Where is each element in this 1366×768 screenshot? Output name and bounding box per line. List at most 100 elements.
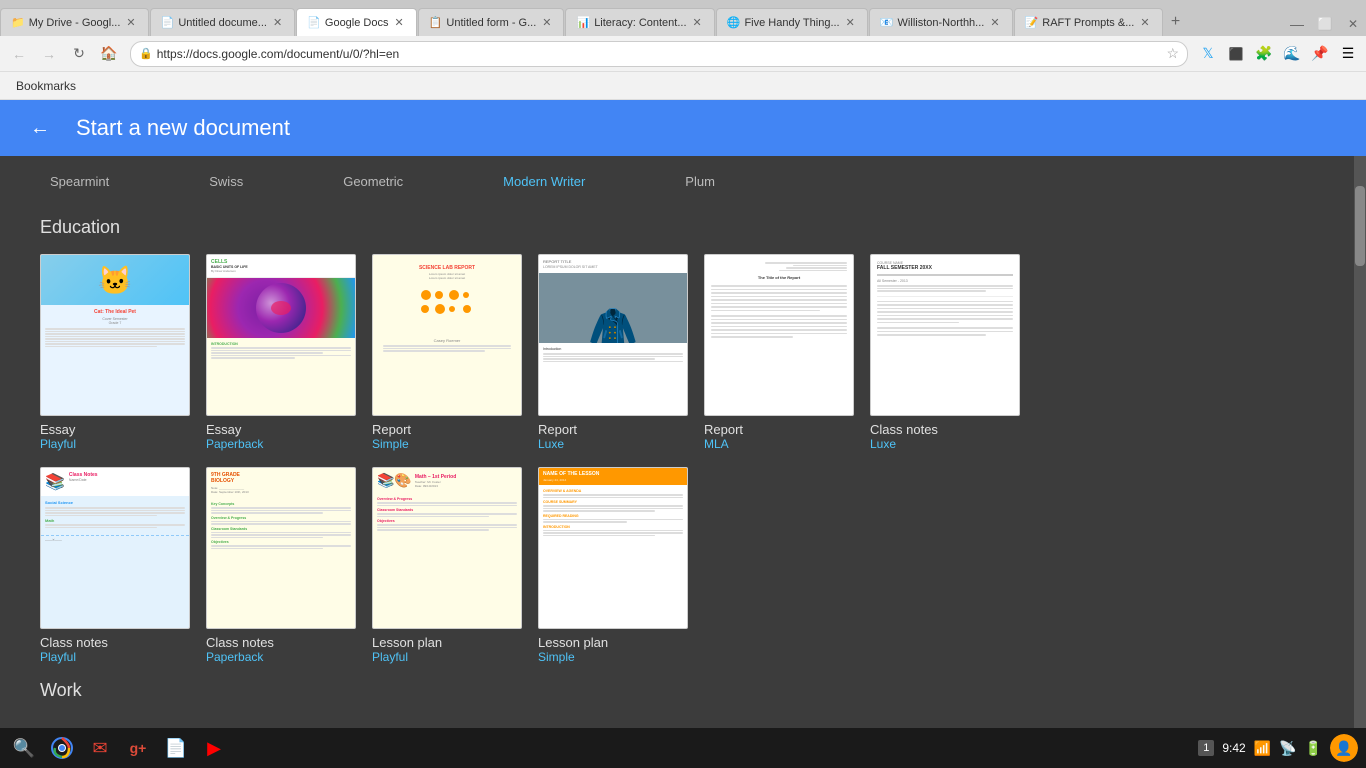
- education-title: Education: [40, 217, 1326, 238]
- geometric-label[interactable]: Geometric: [343, 174, 403, 189]
- browser-chrome: 📁 My Drive - Googl... ✕ 📄 Untitled docum…: [0, 0, 1366, 100]
- back-button[interactable]: ←: [6, 41, 32, 67]
- taskbar: 🔍 ✉ g+ 📄 ▶ 1 9:42 📶 📡 🔋 👤: [0, 728, 1366, 768]
- template-classnotes-luxe-name: Class notes: [870, 422, 1020, 437]
- template-report-luxe-name: Report: [538, 422, 688, 437]
- tab-forms-favicon: 📋: [429, 16, 443, 29]
- template-lessonplan-simple-name: Lesson plan: [538, 635, 688, 650]
- tab-drive-favicon: 📁: [11, 16, 25, 29]
- template-report-simple[interactable]: SCIENCE LAB REPORT Lorem ipsum dolor sit…: [372, 254, 522, 451]
- tab-literacy-favicon: 📊: [576, 16, 590, 29]
- address-bar-container[interactable]: 🔒 ☆: [130, 41, 1188, 67]
- twitter-icon[interactable]: 𝕏: [1196, 42, 1220, 66]
- template-report-mla-name: Report: [704, 422, 854, 437]
- tab-williston-close[interactable]: ✕: [988, 14, 1001, 31]
- scrollbar[interactable]: [1354, 156, 1366, 738]
- template-report-luxe[interactable]: REPORT TITLE LOREM IPSUM DOLOR SIT AMET …: [538, 254, 688, 451]
- time-display: 9:42: [1222, 741, 1245, 755]
- tab-literacy[interactable]: 📊 Literacy: Content... ✕: [565, 8, 714, 36]
- google-apps-icon[interactable]: ⬛: [1224, 42, 1248, 66]
- extension-icon-2[interactable]: 🌊: [1280, 42, 1304, 66]
- template-classnotes-luxe[interactable]: COURSE NAME FALL SEMESTER 20XX All Semes…: [870, 254, 1020, 451]
- reload-button[interactable]: ↻: [66, 41, 92, 67]
- tab-google-docs[interactable]: 📄 Google Docs ✕: [296, 8, 417, 36]
- template-style-labels: Spearmint Swiss Geometric Modern Writer …: [50, 166, 1326, 201]
- tab-raft[interactable]: 📝 RAFT Prompts &... ✕: [1014, 8, 1163, 36]
- template-essay-playful[interactable]: 🐱 Cat: The Ideal Pet Cover SemesterGrade…: [40, 254, 190, 451]
- tab-five-handy[interactable]: 🌐 Five Handy Thing... ✕: [716, 8, 868, 36]
- tab-google-docs-favicon: 📄: [307, 16, 321, 29]
- template-classnotes-paperback[interactable]: 9TH GRADEBIOLOGY Note: _______________ D…: [206, 467, 356, 664]
- address-bar[interactable]: [157, 47, 1167, 61]
- lock-icon: 🔒: [139, 47, 153, 60]
- google-plus-taskbar-icon[interactable]: g+: [122, 732, 154, 764]
- template-essay-playful-name: Essay: [40, 422, 190, 437]
- chrome-taskbar-icon[interactable]: [46, 732, 78, 764]
- tab-raft-close[interactable]: ✕: [1138, 14, 1151, 31]
- scrollbar-thumb[interactable]: [1355, 186, 1365, 266]
- minimize-button[interactable]: —: [1284, 14, 1310, 34]
- tab-docs-untitled-close[interactable]: ✕: [271, 14, 284, 31]
- template-classnotes-playful-subname: Playful: [40, 650, 190, 664]
- work-section: Work: [40, 680, 1326, 701]
- bookmarks-bar: Bookmarks: [0, 72, 1366, 100]
- new-tab-button[interactable]: +: [1164, 10, 1188, 34]
- gmail-taskbar-icon[interactable]: ✉: [84, 732, 116, 764]
- spearmint-label[interactable]: Spearmint: [50, 174, 109, 189]
- close-window-button[interactable]: ✕: [1340, 14, 1366, 34]
- work-title: Work: [40, 680, 1326, 701]
- star-icon[interactable]: ☆: [1166, 45, 1179, 62]
- template-classnotes-playful[interactable]: 📚 Class Notes Name/Date Social Science: [40, 467, 190, 664]
- extension-icon-3[interactable]: 📌: [1308, 42, 1332, 66]
- user-avatar[interactable]: 👤: [1330, 734, 1358, 762]
- youtube-taskbar-icon[interactable]: ▶: [198, 732, 230, 764]
- home-button[interactable]: 🏠: [96, 41, 122, 67]
- template-lessonplan-playful[interactable]: 📚🎨 Math – 1st Period Teacher: Mr. Foster…: [372, 467, 522, 664]
- template-essay-paperback-name: Essay: [206, 422, 356, 437]
- chrome-menu-button[interactable]: ☰: [1336, 42, 1360, 66]
- tab-five-handy-close[interactable]: ✕: [844, 14, 857, 31]
- template-classnotes-luxe-subname: Luxe: [870, 437, 1020, 451]
- extension-icon-1[interactable]: 🧩: [1252, 42, 1276, 66]
- tab-docs-untitled[interactable]: 📄 Untitled docume... ✕: [150, 8, 296, 36]
- modern-writer-label[interactable]: Modern Writer: [503, 174, 585, 189]
- tab-williston[interactable]: 📧 Williston-Northh... ✕: [869, 8, 1013, 36]
- docs-header: ← Start a new document: [0, 100, 1366, 156]
- bookmarks-item[interactable]: Bookmarks: [10, 77, 82, 95]
- tab-drive-label: My Drive - Googl...: [29, 17, 121, 29]
- wifi-icon: 📡: [1279, 740, 1296, 757]
- template-lessonplan-playful-name: Lesson plan: [372, 635, 522, 650]
- template-report-simple-name: Report: [372, 422, 522, 437]
- tab-drive[interactable]: 📁 My Drive - Googl... ✕: [0, 8, 149, 36]
- tab-forms[interactable]: 📋 Untitled form - G... ✕: [418, 8, 565, 36]
- education-templates-row2: 📚 Class Notes Name/Date Social Science: [40, 467, 1326, 664]
- tab-drive-close[interactable]: ✕: [124, 14, 137, 31]
- template-report-mla-subname: MLA: [704, 437, 854, 451]
- swiss-label[interactable]: Swiss: [209, 174, 243, 189]
- restore-button[interactable]: ⬜: [1312, 14, 1338, 34]
- back-to-docs-button[interactable]: ←: [24, 112, 56, 144]
- search-taskbar-icon[interactable]: 🔍: [8, 732, 40, 764]
- navigation-toolbar: ← → ↻ 🏠 🔒 ☆ 𝕏 ⬛ 🧩 🌊 📌 ☰: [0, 36, 1366, 72]
- tab-raft-label: RAFT Prompts &...: [1042, 17, 1134, 29]
- education-templates-row1: 🐱 Cat: The Ideal Pet Cover SemesterGrade…: [40, 254, 1326, 451]
- template-essay-paperback-subname: Paperback: [206, 437, 356, 451]
- tab-literacy-close[interactable]: ✕: [691, 14, 704, 31]
- template-report-mla[interactable]: The Title of the Report: [704, 254, 854, 451]
- template-classnotes-paperback-name: Class notes: [206, 635, 356, 650]
- tab-five-handy-favicon: 🌐: [727, 16, 741, 29]
- tab-forms-close[interactable]: ✕: [540, 14, 553, 31]
- plum-label[interactable]: Plum: [685, 174, 715, 189]
- template-lessonplan-simple-subname: Simple: [538, 650, 688, 664]
- docs-taskbar-icon[interactable]: 📄: [160, 732, 192, 764]
- template-essay-paperback[interactable]: CELLS BASIC UNITS OF LIFE By Drew Anders…: [206, 254, 356, 451]
- template-lessonplan-playful-subname: Playful: [372, 650, 522, 664]
- tab-google-docs-close[interactable]: ✕: [392, 14, 405, 31]
- template-lessonplan-simple[interactable]: NAME OF THE LESSON January 24, 2014 OVER…: [538, 467, 688, 664]
- bookmarks-label: Bookmarks: [16, 79, 76, 93]
- tab-docs-untitled-favicon: 📄: [161, 16, 175, 29]
- tab-williston-label: Williston-Northh...: [898, 17, 985, 29]
- forward-button[interactable]: →: [36, 41, 62, 67]
- tab-bar: 📁 My Drive - Googl... ✕ 📄 Untitled docum…: [0, 0, 1366, 36]
- battery-icon: 🔋: [1305, 740, 1322, 757]
